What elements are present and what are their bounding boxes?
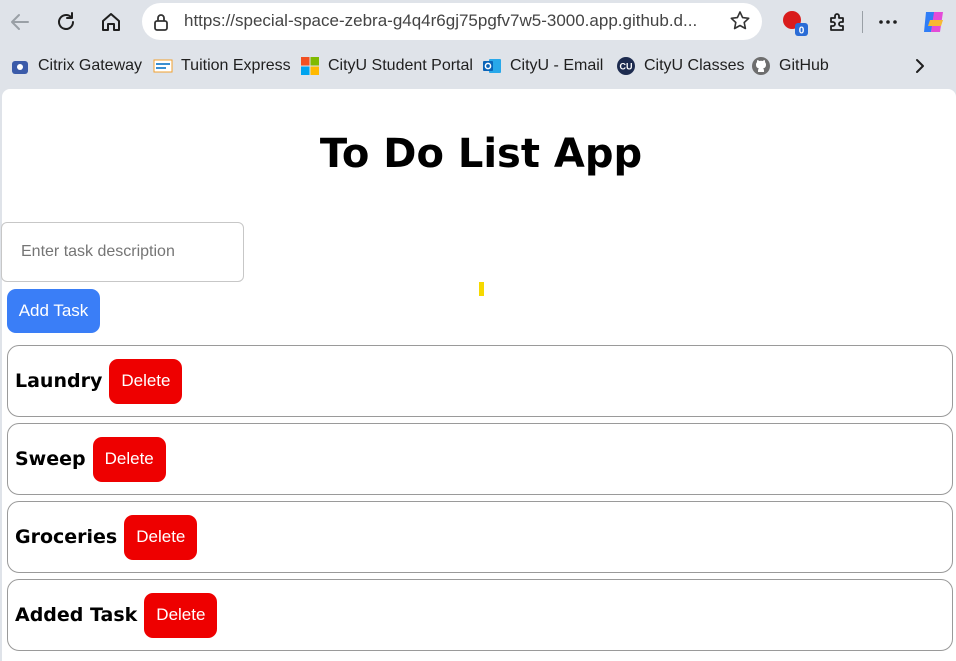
page-title: To Do List App	[319, 131, 643, 177]
copilot-button[interactable]	[918, 6, 950, 38]
delete-button[interactable]: Delete	[109, 358, 183, 404]
task-list: Laundry Delete Sweep Delete Groceries De…	[7, 345, 953, 657]
puzzle-icon	[830, 13, 844, 31]
tuition-express-icon	[153, 59, 173, 73]
address-bar[interactable]: https://special-space-zebra-g4q4r6gj75pg…	[142, 3, 762, 40]
home-button[interactable]	[95, 6, 127, 38]
github-icon	[752, 57, 770, 75]
svg-text:CU: CU	[620, 62, 633, 72]
cityu-icon: CU	[617, 57, 635, 75]
bookmark-cityu-classes[interactable]: CU CityU Classes	[616, 54, 744, 78]
bookmark-citrix-gateway[interactable]: Citrix Gateway	[10, 54, 142, 78]
bookmark-cityu-student-portal[interactable]: CityU Student Portal	[300, 54, 473, 78]
ellipsis-icon	[879, 20, 897, 24]
bookmarks-bar: Citrix Gateway Tuition Express CityU Stu…	[0, 46, 956, 86]
bookmark-label: Tuition Express	[181, 57, 291, 74]
task-label: Added Task	[15, 604, 138, 626]
lock-icon	[154, 14, 168, 31]
delete-button[interactable]: Delete	[124, 514, 198, 560]
copilot-icon	[924, 12, 943, 32]
task-item: Sweep Delete	[7, 423, 953, 495]
outlook-icon	[483, 59, 501, 73]
microsoft-icon	[301, 57, 319, 75]
task-item: Groceries Delete	[7, 501, 953, 573]
refresh-button[interactable]	[50, 6, 82, 38]
extensions-button[interactable]	[822, 6, 854, 38]
add-task-button[interactable]: Add Task	[7, 289, 100, 333]
back-arrow-icon	[11, 14, 29, 30]
favorite-star-icon[interactable]	[728, 9, 752, 33]
bookmark-tuition-express[interactable]: Tuition Express	[153, 54, 291, 78]
delete-button[interactable]: Delete	[92, 436, 166, 482]
task-description-input[interactable]	[1, 222, 244, 282]
task-label: Sweep	[15, 448, 86, 470]
extension-logo-icon: 0	[783, 11, 808, 37]
task-item: Laundry Delete	[7, 345, 953, 417]
bookmarks-overflow-button[interactable]	[910, 54, 930, 78]
bookmark-label: CityU Student Portal	[328, 57, 473, 74]
chevron-right-icon	[916, 59, 924, 73]
back-button[interactable]	[4, 6, 36, 38]
bookmark-github[interactable]: GitHub	[751, 54, 829, 78]
bookmark-label: GitHub	[779, 57, 829, 74]
task-label: Groceries	[15, 526, 118, 548]
citrix-icon	[12, 61, 28, 74]
extension-button[interactable]: 0	[778, 6, 810, 38]
delete-button[interactable]: Delete	[144, 592, 218, 638]
browser-toolbar: https://special-space-zebra-g4q4r6gj75pg…	[0, 0, 956, 44]
task-label: Laundry	[15, 370, 103, 392]
bookmark-cityu-email[interactable]: CityU - Email	[482, 54, 603, 78]
page-content: To Do List App Add Task Laundry Delete S…	[1, 89, 956, 661]
mouse-cursor-marker	[479, 282, 484, 296]
refresh-icon	[58, 12, 74, 30]
extension-badge: 0	[799, 26, 805, 37]
home-icon	[102, 13, 120, 31]
task-item: Added Task Delete	[7, 579, 953, 651]
toolbar-divider	[862, 11, 863, 33]
bookmark-label: CityU Classes	[644, 57, 745, 74]
bookmark-label: Citrix Gateway	[38, 57, 143, 74]
more-menu-button[interactable]	[872, 6, 904, 38]
url-text: https://special-space-zebra-g4q4r6gj75pg…	[184, 11, 698, 30]
bookmark-label: CityU - Email	[510, 57, 604, 74]
